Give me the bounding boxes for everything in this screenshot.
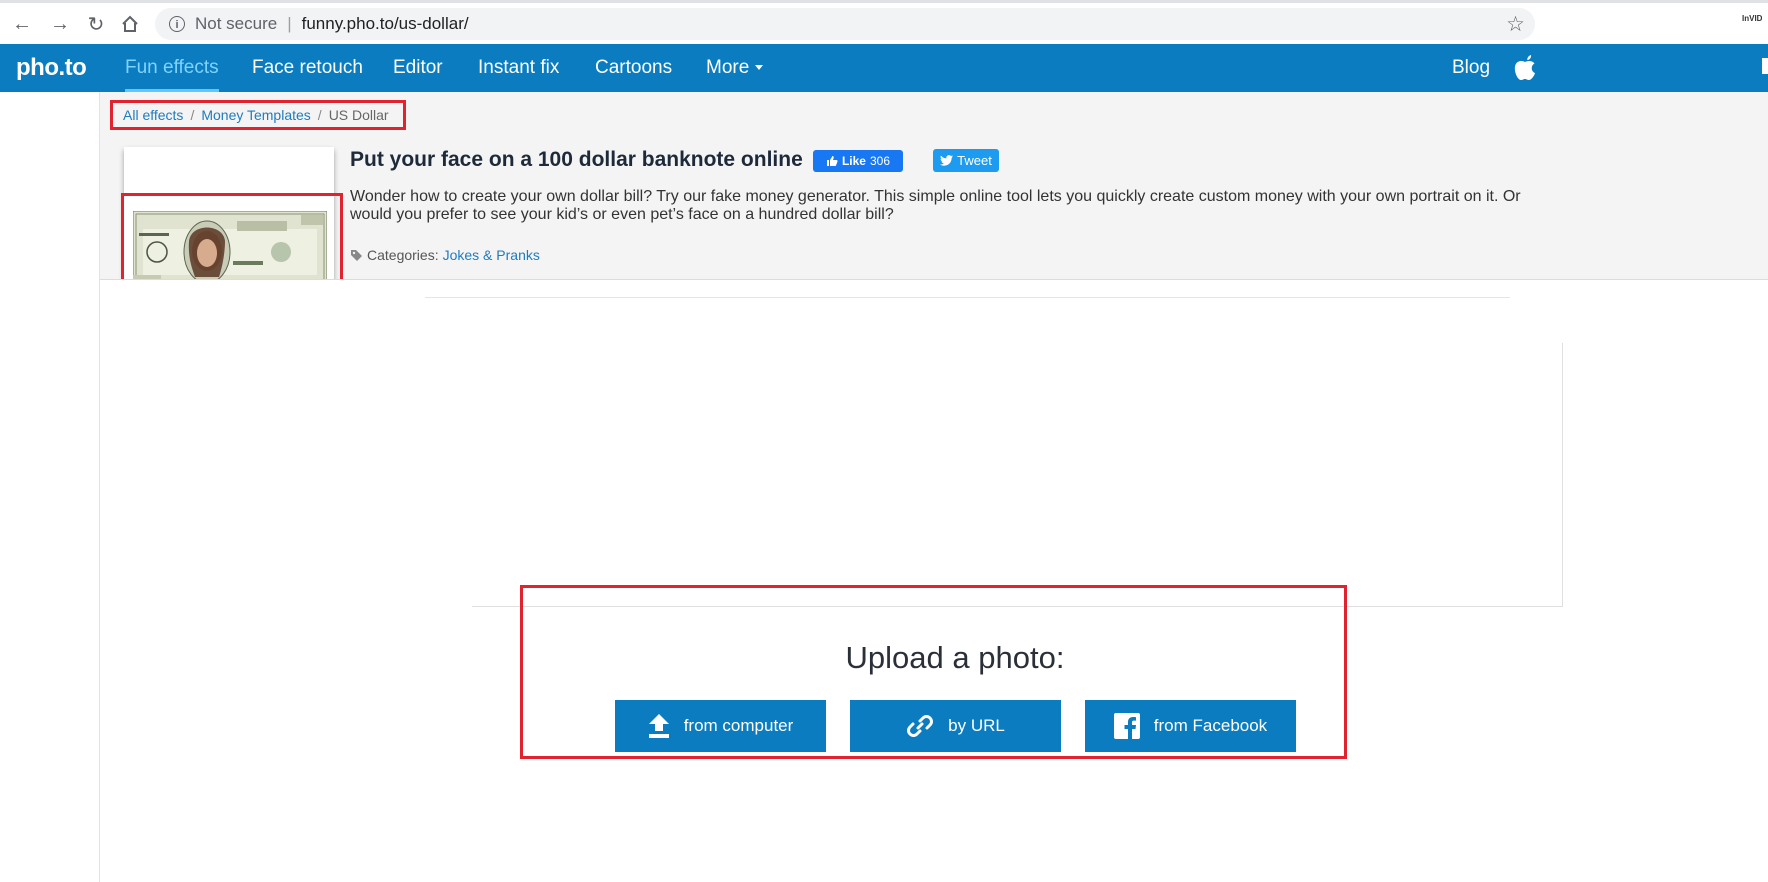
invid-extension-icon[interactable]: InVID xyxy=(1742,15,1766,35)
nav-fun-effects[interactable]: Fun effects xyxy=(125,44,219,92)
url-text[interactable]: funny.pho.to/us-dollar/ xyxy=(302,14,469,34)
security-label: Not secure xyxy=(195,14,278,33)
forward-arrow-icon[interactable]: → xyxy=(46,10,74,38)
breadcrumb-separator: / xyxy=(317,107,322,123)
upload-highlight-box xyxy=(520,585,1347,759)
breadcrumb: All effects / Money Templates / US Dolla… xyxy=(110,100,406,130)
tweet-label: Tweet xyxy=(957,153,992,168)
twitter-bird-icon xyxy=(940,155,954,166)
panel-right-border xyxy=(1562,343,1563,607)
info-icon[interactable]: i xyxy=(169,16,185,32)
bookmark-star-icon[interactable]: ☆ xyxy=(1506,12,1525,37)
categories-label: Categories: xyxy=(367,247,439,263)
nav-more-label: More xyxy=(706,57,750,78)
partial-nav-icon[interactable] xyxy=(1762,58,1768,74)
categories-line: Categories: Jokes & Pranks xyxy=(350,247,540,263)
tweet-button[interactable]: Tweet xyxy=(933,149,999,172)
nav-face-retouch[interactable]: Face retouch xyxy=(252,44,363,92)
browser-toolbar: ← → ↻ i Not secure | funny.pho.to/us-dol… xyxy=(0,0,1768,44)
nav-cartoons[interactable]: Cartoons xyxy=(595,44,672,92)
site-logo[interactable]: pho.to xyxy=(16,54,87,82)
left-margin xyxy=(0,92,100,882)
nav-instant-fix[interactable]: Instant fix xyxy=(478,44,559,92)
breadcrumb-current: US Dollar xyxy=(328,107,389,123)
apple-icon[interactable] xyxy=(1510,52,1540,84)
nav-more-dropdown[interactable]: More xyxy=(706,44,764,92)
site-navbar: pho.to Fun effects Face retouch Editor I… xyxy=(0,44,1768,92)
thumbs-up-icon xyxy=(826,156,838,166)
like-label: Like xyxy=(841,154,866,168)
breadcrumb-money-templates[interactable]: Money Templates xyxy=(201,107,310,123)
effect-content-panel xyxy=(100,280,1768,882)
nav-editor[interactable]: Editor xyxy=(393,44,443,92)
facebook-like-button[interactable]: Like 306 xyxy=(813,150,903,172)
nav-blog[interactable]: Blog xyxy=(1452,44,1490,92)
caret-down-icon xyxy=(755,65,764,71)
breadcrumb-separator: / xyxy=(190,107,195,123)
address-separator: | xyxy=(287,14,292,33)
category-link-jokes-pranks[interactable]: Jokes & Pranks xyxy=(443,247,540,263)
back-arrow-icon[interactable]: ← xyxy=(8,10,36,38)
breadcrumb-all-effects[interactable]: All effects xyxy=(123,107,183,123)
effect-title: Put your face on a 100 dollar banknote o… xyxy=(350,148,803,171)
effect-description: Wonder how to create your own dollar bil… xyxy=(350,188,1521,223)
like-count: 306 xyxy=(869,154,891,168)
panel-divider xyxy=(425,297,1510,298)
home-icon[interactable] xyxy=(116,10,144,38)
tag-icon xyxy=(351,249,362,261)
extension-label: InVID xyxy=(1742,14,1763,23)
address-bar[interactable]: i Not secure | funny.pho.to/us-dollar/ ☆ xyxy=(155,8,1535,40)
reload-icon[interactable]: ↻ xyxy=(82,10,110,38)
